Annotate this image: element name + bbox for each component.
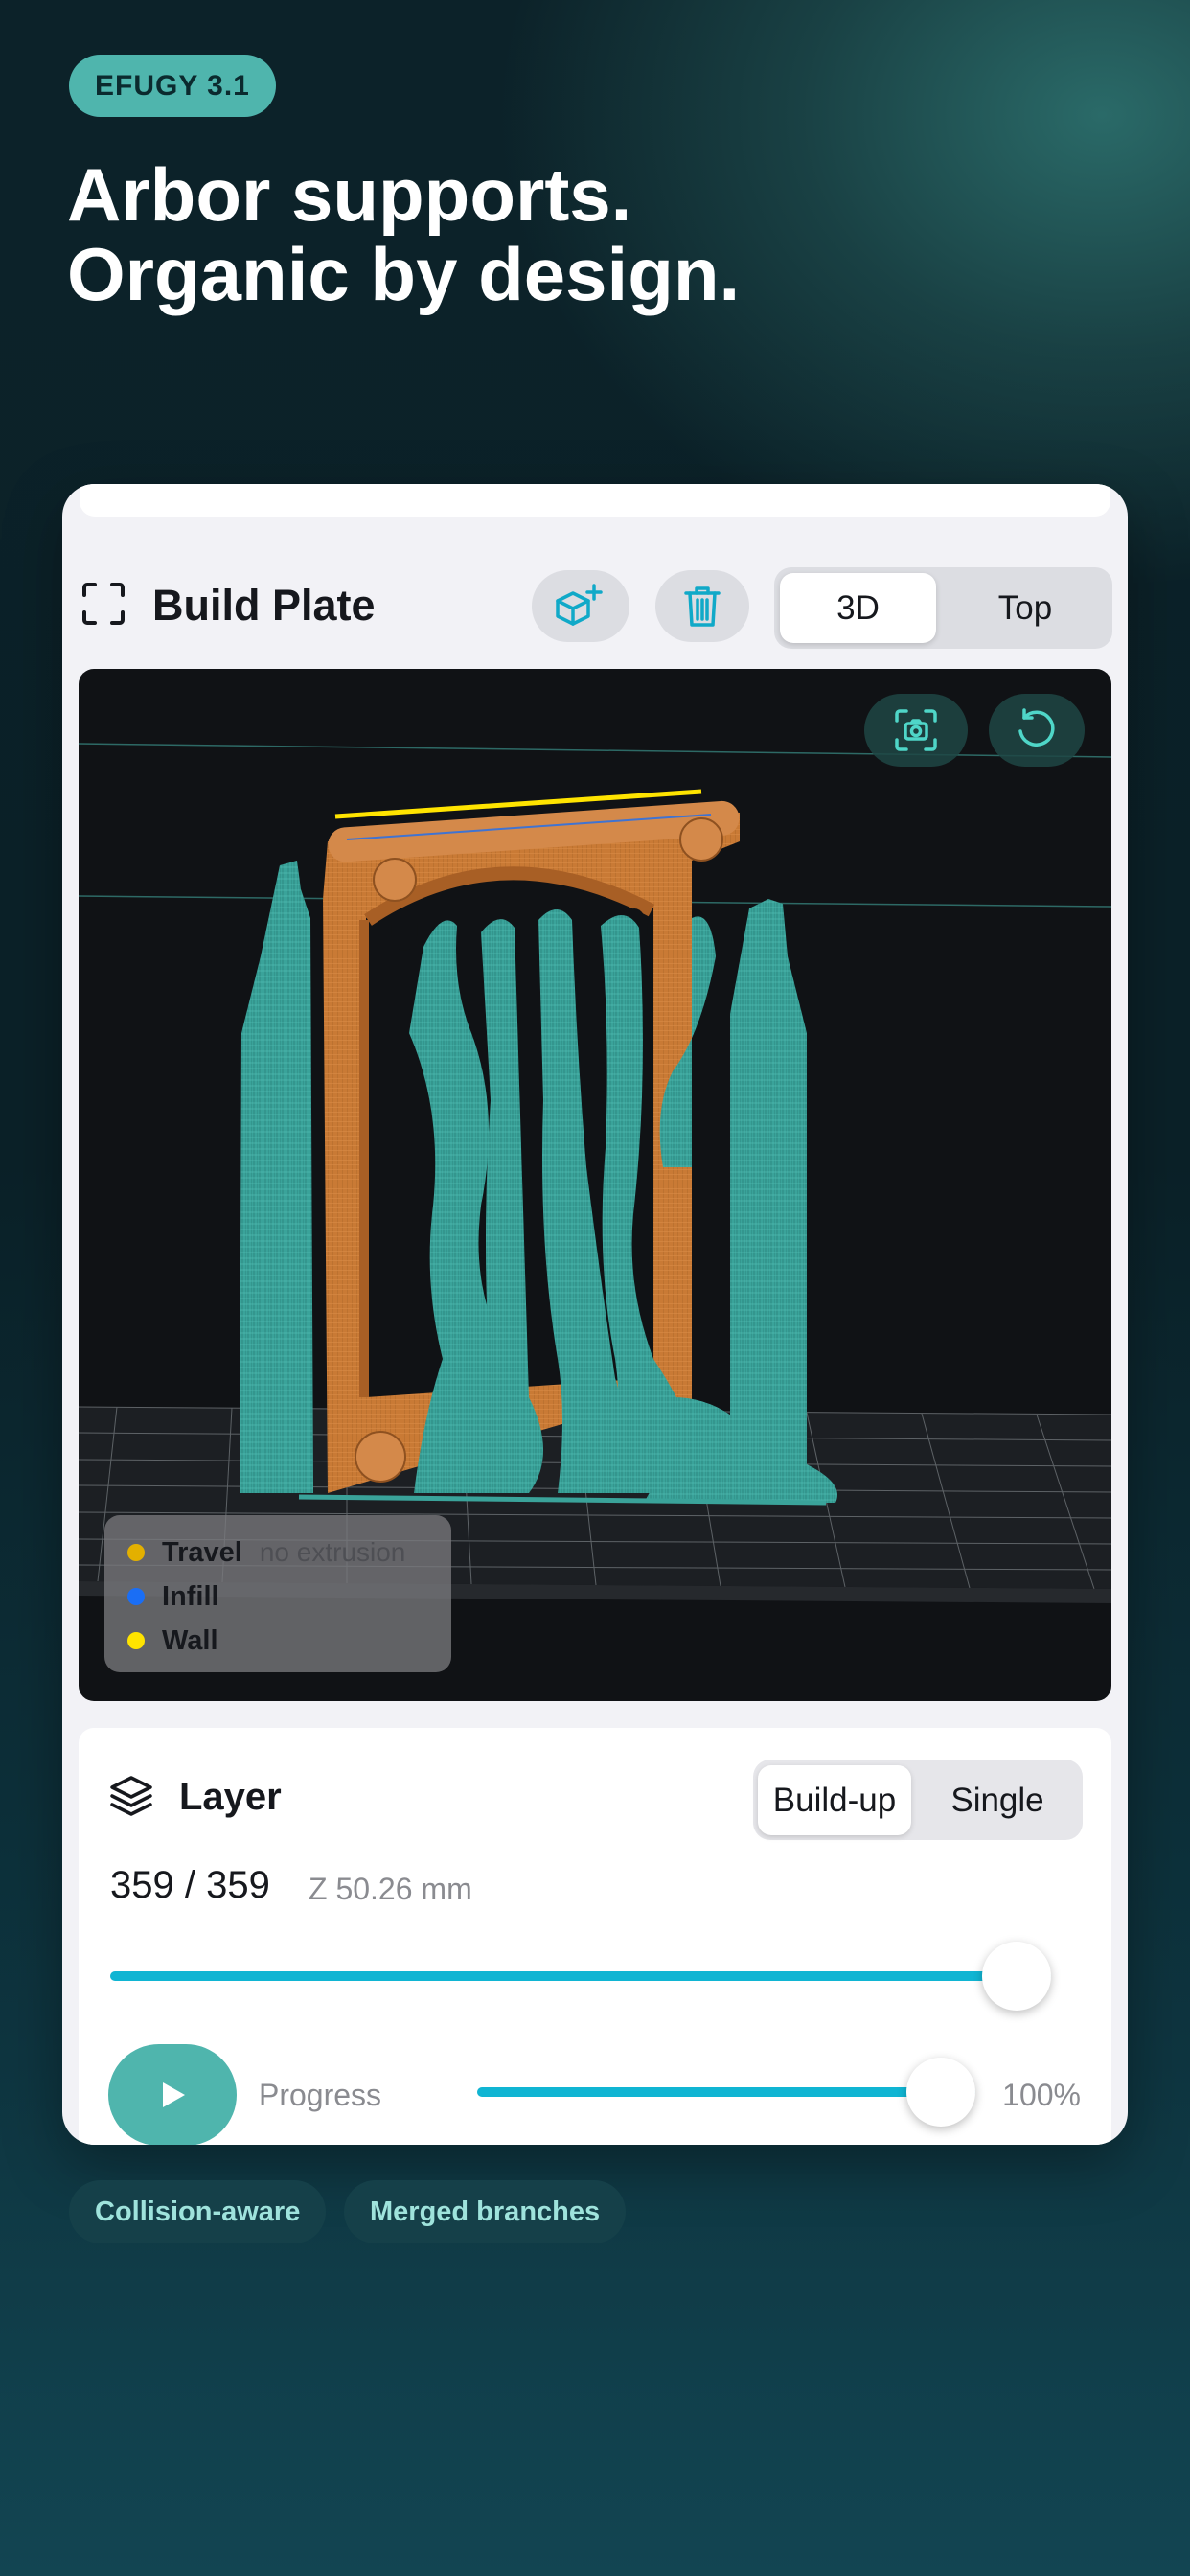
legend-item-wall: Wall — [127, 1619, 428, 1663]
tab-top[interactable]: Top — [945, 573, 1106, 643]
view-toggle: 3D Top — [774, 567, 1112, 649]
build-plate-card: Build Plate 3D Top Travel no extrusion I… — [62, 484, 1128, 2145]
headline-line-2: Organic by design. — [67, 232, 741, 316]
tag-collision-aware: Collision-aware — [69, 2180, 327, 2243]
legend-note: no extrusion — [259, 1537, 406, 1567]
card-top-strip — [80, 484, 1110, 517]
legend-item-infill: Infill — [127, 1575, 428, 1619]
rotate-ccw-icon — [1018, 708, 1055, 747]
layer-title: Layer — [179, 1776, 282, 1818]
mode-build-up[interactable]: Build-up — [758, 1765, 911, 1835]
progress-slider-thumb[interactable] — [906, 2058, 975, 2127]
progress-value: 100% — [1002, 2078, 1081, 2112]
travel-dot — [127, 1544, 145, 1561]
path-legend: Travel no extrusion Infill Wall — [104, 1515, 451, 1672]
tag-merged-branches: Merged branches — [344, 2180, 627, 2243]
layer-slider-thumb[interactable] — [982, 1942, 1051, 2011]
add-object-icon — [556, 583, 603, 626]
tab-3d[interactable]: 3D — [780, 573, 936, 643]
infill-dot — [127, 1588, 145, 1605]
layer-slider[interactable] — [110, 1971, 1051, 1981]
legend-item-travel: Travel no extrusion — [127, 1530, 428, 1575]
progress-label: Progress — [259, 2078, 382, 2112]
layer-mode-toggle: Build-up Single — [753, 1760, 1083, 1840]
layer-z-height: Z 50.26 mm — [309, 1872, 472, 1906]
play-icon — [163, 2082, 185, 2107]
play-button[interactable] — [108, 2044, 237, 2145]
version-badge: EFUGY 3.1 — [69, 55, 276, 117]
legend-label: Wall — [162, 1624, 218, 1656]
frame-icon — [82, 583, 125, 625]
headline: Arbor supports. Organic by design. — [67, 155, 740, 314]
delete-button[interactable] — [655, 570, 749, 642]
layers-icon — [110, 1776, 152, 1816]
layer-panel: Layer Build-up Single 359 / 359 Z 50.26 … — [79, 1728, 1111, 2145]
add-object-button[interactable] — [532, 570, 629, 642]
layer-count: 359 / 359 — [110, 1864, 270, 1906]
camera-focus-icon — [895, 709, 937, 751]
progress-slider[interactable] — [477, 2087, 975, 2097]
layer-slider-fill — [110, 1971, 1051, 1981]
build-plate-title: Build Plate — [152, 581, 376, 630]
3d-viewport[interactable]: Travel no extrusion Infill Wall — [79, 669, 1111, 1701]
mode-single[interactable]: Single — [918, 1765, 1077, 1835]
reset-view-button[interactable] — [989, 694, 1085, 767]
screenshot-button[interactable] — [864, 694, 968, 767]
trash-icon — [684, 586, 721, 627]
wall-dot — [127, 1632, 145, 1649]
legend-label: Travel — [162, 1536, 242, 1568]
build-plate-header: Build Plate 3D Top — [62, 561, 1128, 656]
progress-slider-fill — [477, 2087, 975, 2097]
headline-line-1: Arbor supports. — [67, 152, 632, 237]
legend-label: Infill — [162, 1580, 219, 1612]
